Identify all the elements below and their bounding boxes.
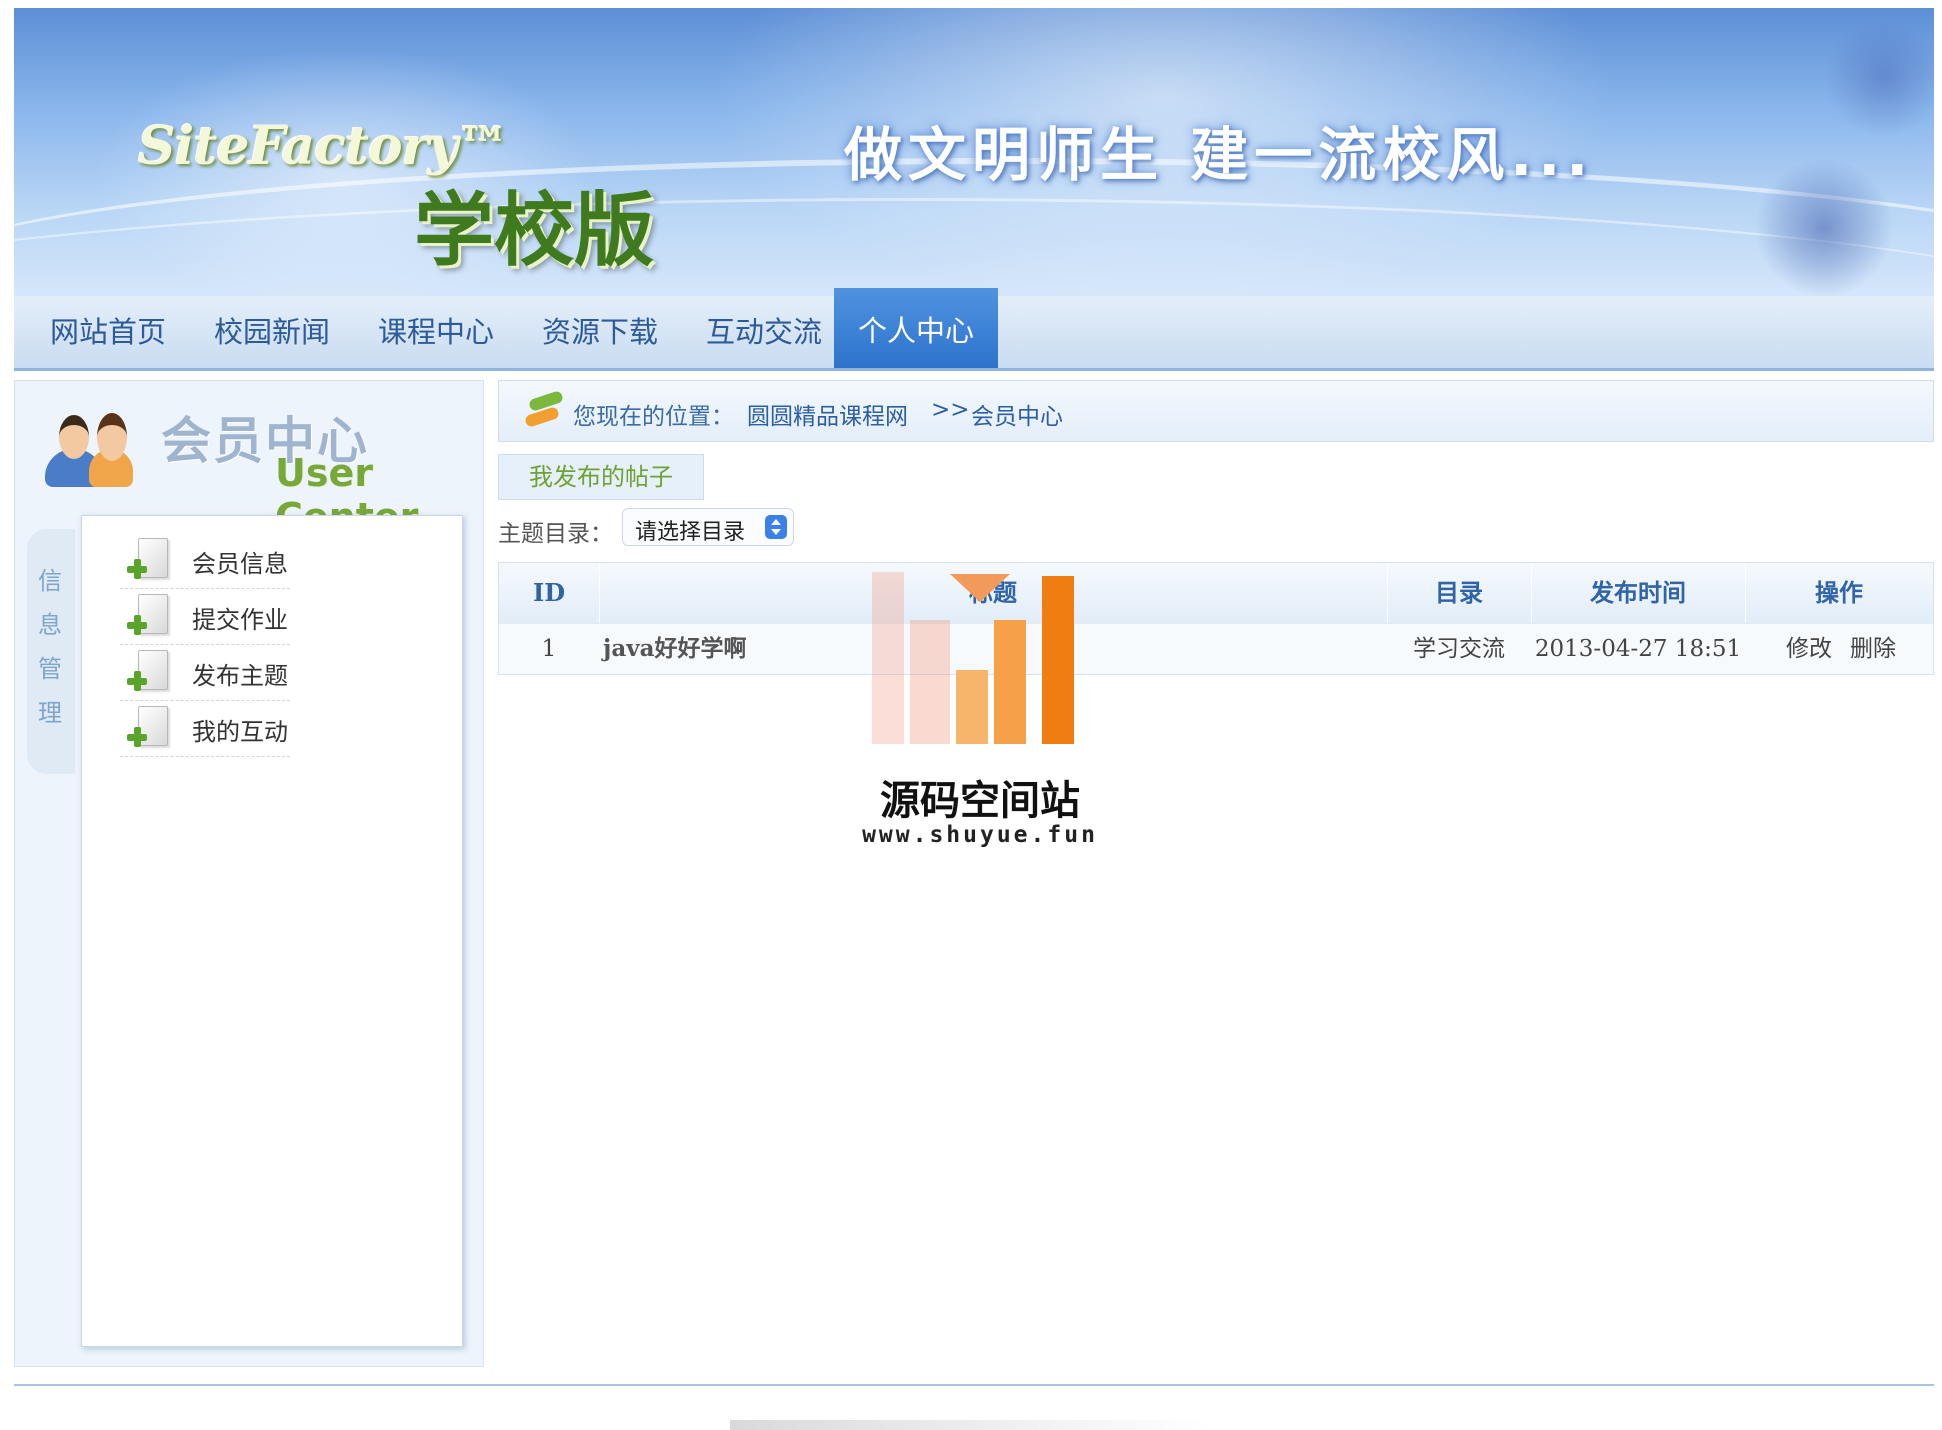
nav-resource-download[interactable]: 资源下载 <box>518 296 682 368</box>
nav-campus-news[interactable]: 校园新闻 <box>190 296 354 368</box>
side-menu-panel: 会员信息 提交作业 发布主题 我的互动 <box>81 515 463 1347</box>
document-add-icon <box>126 650 170 696</box>
category-select-value: 请选择目录 <box>635 520 746 545</box>
cell-id: 1 <box>541 636 557 662</box>
cell-time: 2013-04-27 18:51 <box>1534 636 1742 662</box>
banner: SiteFactory™ 学校版 做文明师生 建一流校风... <box>14 8 1934 298</box>
sidebar: 会员中心 User Center 信息管理 会员信息 提交作业 发布主题 我的互… <box>14 380 484 1367</box>
footer-text-cropped <box>730 1420 1210 1430</box>
main-content: 您现在的位置： 圆圆精品课程网 >> 会员中心 我发布的帖子 主题目录： 请选择… <box>498 380 1934 1365</box>
side-tab-label: 信息管理 <box>38 567 62 727</box>
menu-item-label: 发布主题 <box>192 662 288 690</box>
nav-personal-center[interactable]: 个人中心 <box>834 288 998 368</box>
table-header: ID 标题 目录 发布时间 操作 <box>499 563 1933 623</box>
flower-decoration <box>1754 158 1894 298</box>
select-arrows-icon <box>765 515 787 539</box>
document-add-icon <box>126 706 170 752</box>
column-header-actions: 操作 <box>1815 578 1863 607</box>
category-select[interactable]: 请选择目录 <box>622 508 794 546</box>
users-icon <box>37 407 137 487</box>
menu-item-label: 会员信息 <box>192 550 288 578</box>
swap-arrows-icon <box>523 390 567 431</box>
logo-text-cn: 学校版 <box>414 183 654 277</box>
document-add-icon <box>126 538 170 584</box>
footer-divider <box>14 1384 1934 1386</box>
user-center-header: 会员中心 User Center <box>33 399 473 539</box>
breadcrumb-site-link[interactable]: 圆圆精品课程网 <box>747 397 908 431</box>
tab-my-posts[interactable]: 我发布的帖子 <box>498 454 704 500</box>
menu-item-submit-homework[interactable]: 提交作业 <box>120 590 290 645</box>
watermark-bar <box>910 620 950 744</box>
menu-item-label: 提交作业 <box>192 606 288 634</box>
document-add-icon <box>126 594 170 640</box>
column-header-category: 目录 <box>1387 563 1532 623</box>
table-row: 1 java好好学啊 学习交流 2013-04-27 18:51 修改 删除 <box>499 623 1933 674</box>
menu-item-label: 我的互动 <box>192 718 288 746</box>
watermark-triangle <box>950 574 1010 602</box>
banner-slogan: 做文明师生 建一流校风... <box>844 121 1595 189</box>
watermark-url: www.shuyue.fun <box>862 822 1098 848</box>
menu-item-my-interaction[interactable]: 我的互动 <box>120 702 290 757</box>
breadcrumb-current[interactable]: 会员中心 <box>971 397 1063 431</box>
nav-course-center[interactable]: 课程中心 <box>354 296 518 368</box>
nav-interaction[interactable]: 互动交流 <box>682 296 846 368</box>
delete-link[interactable]: 删除 <box>1845 624 1901 674</box>
watermark-bar <box>956 670 988 744</box>
watermark: 源码空间站 www.shuyue.fun <box>862 570 1095 870</box>
main-nav: 网站首页 校园新闻 课程中心 资源下载 互动交流 个人中心 <box>14 288 1934 371</box>
flower-decoration <box>1824 18 1934 138</box>
watermark-name: 源码空间站 <box>880 778 1080 824</box>
column-header-time: 发布时间 <box>1531 563 1746 623</box>
menu-item-post-topic[interactable]: 发布主题 <box>120 646 290 701</box>
menu-item-member-info[interactable]: 会员信息 <box>120 534 290 589</box>
column-header-id: ID <box>499 563 600 623</box>
breadcrumb-separator: >> <box>931 397 970 423</box>
breadcrumb: 您现在的位置： 圆圆精品课程网 >> 会员中心 <box>498 380 1934 442</box>
category-filter-label: 主题目录： <box>498 521 613 547</box>
posts-table: ID 标题 目录 发布时间 操作 1 java好好学啊 学习交流 2013-04… <box>498 562 1934 675</box>
watermark-bar <box>872 572 904 744</box>
watermark-bar <box>1042 576 1074 744</box>
nav-home[interactable]: 网站首页 <box>26 296 190 368</box>
watermark-bar <box>994 620 1026 744</box>
cell-category: 学习交流 <box>1413 636 1505 662</box>
edit-link[interactable]: 修改 <box>1781 624 1837 674</box>
breadcrumb-prefix: 您现在的位置： <box>573 404 734 430</box>
